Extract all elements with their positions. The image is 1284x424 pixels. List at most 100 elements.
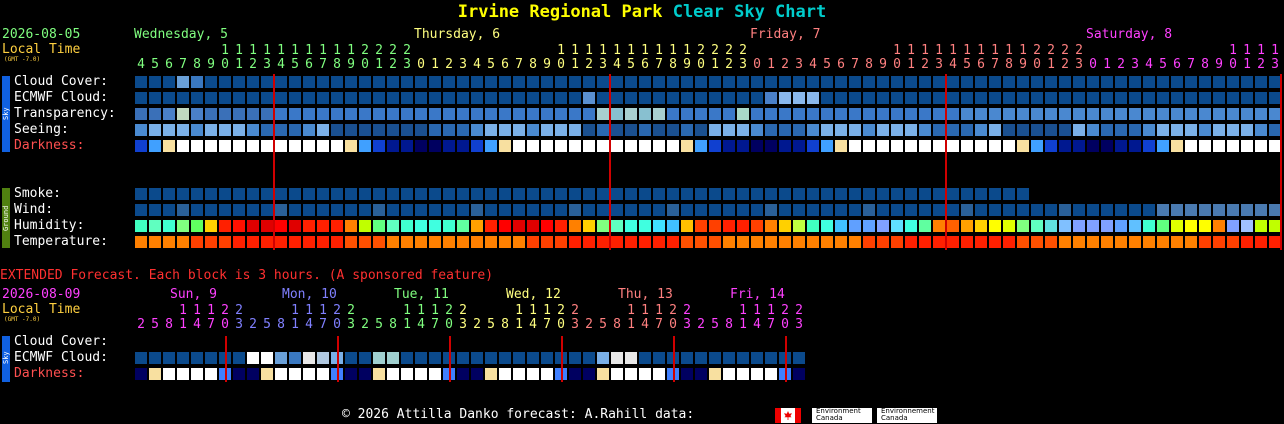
humidity-block bbox=[289, 220, 301, 232]
smoke-block bbox=[401, 188, 413, 200]
extended-day-separator bbox=[337, 336, 339, 382]
extended-hour-tens-digit: 1 bbox=[627, 303, 635, 318]
wind-block bbox=[345, 204, 357, 216]
hour-units-digit: 6 bbox=[1173, 57, 1181, 72]
seeing-block bbox=[443, 124, 455, 136]
cloud-cover-block bbox=[1031, 76, 1043, 88]
transparency-block bbox=[1213, 108, 1225, 120]
seeing-block bbox=[1115, 124, 1127, 136]
hour-units-digit: 6 bbox=[641, 57, 649, 72]
extended-hour-units-digit: 7 bbox=[543, 317, 551, 332]
seeing-block bbox=[1045, 124, 1057, 136]
extended-ecmwf-block bbox=[471, 352, 483, 364]
wind-block bbox=[429, 204, 441, 216]
wind-block bbox=[723, 204, 735, 216]
hour-units-digit: 0 bbox=[1229, 57, 1237, 72]
ecmwf-cloud-block bbox=[751, 92, 763, 104]
humidity-block bbox=[1003, 220, 1015, 232]
transparency-block bbox=[373, 108, 385, 120]
darkness-block bbox=[1031, 140, 1043, 152]
transparency-block bbox=[877, 108, 889, 120]
transparency-block bbox=[219, 108, 231, 120]
hour-units-digit: 4 bbox=[949, 57, 957, 72]
temperature-block bbox=[1073, 236, 1085, 248]
transparency-block bbox=[919, 108, 931, 120]
hour-units-digit: 9 bbox=[1019, 57, 1027, 72]
humidity-block bbox=[821, 220, 833, 232]
extended-ecmwf-block bbox=[415, 352, 427, 364]
wind-block bbox=[695, 204, 707, 216]
hour-tens-digit: 1 bbox=[683, 43, 691, 58]
temperature-block bbox=[219, 236, 231, 248]
seeing-block bbox=[289, 124, 301, 136]
humidity-block bbox=[177, 220, 189, 232]
hour-tens-digit: 1 bbox=[907, 43, 915, 58]
cloud-cover-block bbox=[205, 76, 217, 88]
ecmwf-cloud-block bbox=[933, 92, 945, 104]
wind-block bbox=[261, 204, 273, 216]
darkness-block bbox=[275, 140, 287, 152]
transparency-block bbox=[947, 108, 959, 120]
humidity-block bbox=[135, 220, 147, 232]
humidity-block bbox=[933, 220, 945, 232]
extended-ecmwf-block bbox=[751, 352, 763, 364]
transparency-block bbox=[1087, 108, 1099, 120]
cloud-cover-block bbox=[1115, 76, 1127, 88]
hour-tens-digit: 1 bbox=[893, 43, 901, 58]
hour-tens-digit: 1 bbox=[669, 43, 677, 58]
extended-hour-units-digit: 0 bbox=[781, 317, 789, 332]
smoke-block bbox=[765, 188, 777, 200]
ecmwf-cloud-block bbox=[1185, 92, 1197, 104]
ecmwf-cloud-block bbox=[695, 92, 707, 104]
hour-tens-digit: 2 bbox=[711, 43, 719, 58]
hour-units-digit: 6 bbox=[165, 57, 173, 72]
extended-hour-units-digit: 7 bbox=[431, 317, 439, 332]
extended-hour-tens-digit: 2 bbox=[683, 303, 691, 318]
cloud-cover-block bbox=[905, 76, 917, 88]
ecmwf-cloud-block bbox=[1059, 92, 1071, 104]
humidity-block bbox=[527, 220, 539, 232]
humidity-block bbox=[373, 220, 385, 232]
smoke-block bbox=[863, 188, 875, 200]
darkness-block bbox=[1017, 140, 1029, 152]
humidity-block bbox=[849, 220, 861, 232]
cloud-cover-block bbox=[443, 76, 455, 88]
transparency-block bbox=[261, 108, 273, 120]
hour-tens-digit: 2 bbox=[361, 43, 369, 58]
wind-block bbox=[1269, 204, 1281, 216]
extended-gmt: (GMT -7.0) bbox=[4, 316, 41, 323]
transparency-block bbox=[1045, 108, 1057, 120]
ecmwf-cloud-block bbox=[177, 92, 189, 104]
ecmwf-cloud-block bbox=[331, 92, 343, 104]
temperature-block bbox=[1227, 236, 1239, 248]
ecmwf-cloud-block bbox=[569, 92, 581, 104]
wind-block bbox=[1115, 204, 1127, 216]
seeing-block bbox=[989, 124, 1001, 136]
darkness-block bbox=[695, 140, 707, 152]
darkness-block bbox=[1003, 140, 1015, 152]
humidity-block bbox=[1185, 220, 1197, 232]
darkness-block bbox=[1199, 140, 1211, 152]
extended-hour-tens-digit: 1 bbox=[753, 303, 761, 318]
ecmwf-cloud-block bbox=[1227, 92, 1239, 104]
hour-tens-digit: 1 bbox=[557, 43, 565, 58]
smoke-block bbox=[387, 188, 399, 200]
extended-hour-units-digit: 1 bbox=[291, 317, 299, 332]
humidity-block bbox=[765, 220, 777, 232]
seeing-block bbox=[205, 124, 217, 136]
extended-hour-tens-digit: 1 bbox=[529, 303, 537, 318]
cloud-cover-block bbox=[583, 76, 595, 88]
temperature-block bbox=[247, 236, 259, 248]
darkness-block bbox=[905, 140, 917, 152]
humidity-block bbox=[737, 220, 749, 232]
transparency-block bbox=[191, 108, 203, 120]
temperature-block bbox=[1185, 236, 1197, 248]
ecmwf-cloud-block bbox=[961, 92, 973, 104]
transparency-block bbox=[639, 108, 651, 120]
extended-darkness-block bbox=[373, 368, 385, 380]
humidity-block bbox=[779, 220, 791, 232]
extended-darkness-block bbox=[429, 368, 441, 380]
hour-units-digit: 2 bbox=[445, 57, 453, 72]
extended-ecmwf-block bbox=[135, 352, 147, 364]
transparency-block bbox=[1031, 108, 1043, 120]
